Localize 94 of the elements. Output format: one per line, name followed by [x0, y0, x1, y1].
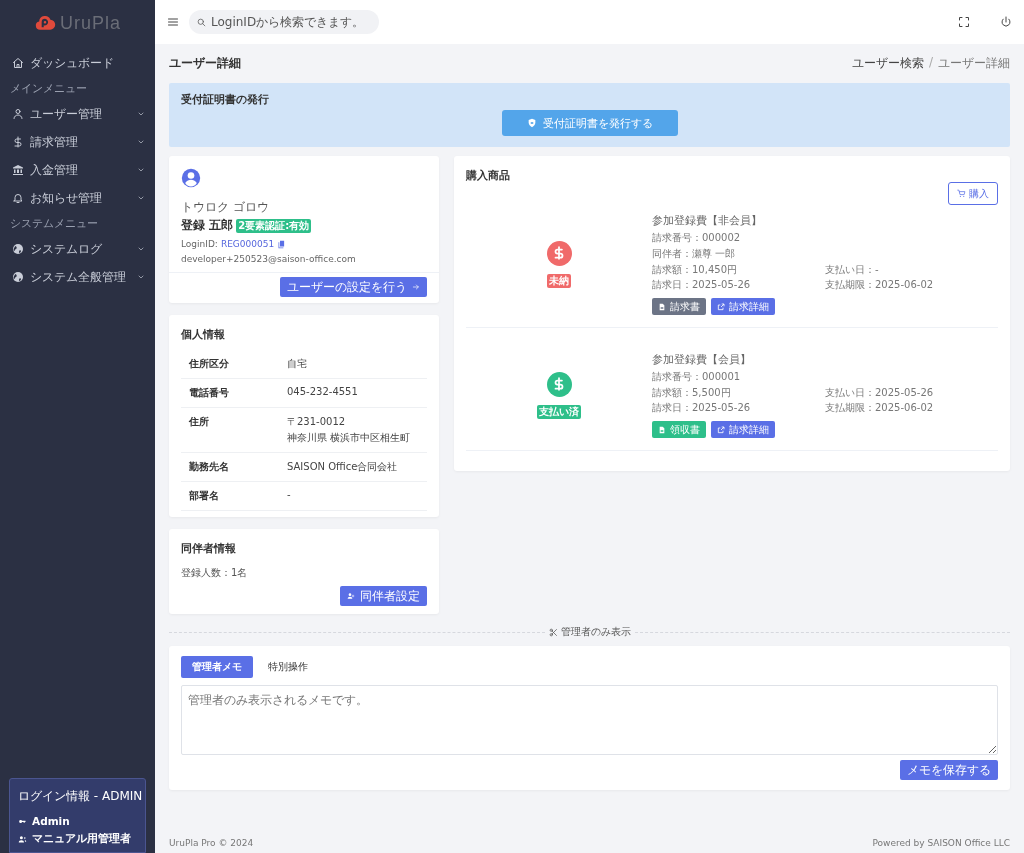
invoice-amount: 請求額：5,500円 — [652, 386, 732, 400]
sidebar-item[interactable]: お知らせ管理 — [0, 184, 155, 212]
page-title: ユーザー詳細 — [169, 54, 242, 72]
breadcrumb-link[interactable]: ユーザー検索 — [851, 54, 924, 72]
external-link-icon — [717, 302, 725, 311]
email-text: developer+250523@saison-office.com — [181, 254, 357, 264]
invoice-button[interactable]: 請求書 — [652, 298, 706, 315]
admin-only-label: 管理者のみ表示 — [560, 625, 631, 639]
user-plus-icon — [347, 592, 355, 600]
field-value: 自宅 — [287, 357, 308, 371]
sidebar-item[interactable]: システム全般管理 — [0, 263, 155, 291]
issue-certificate-button[interactable]: 受付証明書を発行する — [501, 110, 678, 136]
fullscreen-icon[interactable] — [958, 16, 970, 28]
name-kana: トウロク ゴロウ — [181, 199, 270, 216]
sidebar-item[interactable]: ダッシュボード — [0, 49, 155, 77]
login-id-link[interactable]: REG000051 — [220, 239, 275, 249]
external-link-icon — [717, 425, 725, 434]
shield-icon — [526, 118, 537, 128]
dollar-icon — [552, 246, 566, 260]
field-label: 住所 — [189, 415, 210, 429]
card-title: 同伴者情報 — [181, 541, 237, 556]
dollar-icon — [552, 377, 566, 391]
payment-date: 支払い日：2025-05-26 — [825, 386, 935, 400]
document-icon — [658, 425, 666, 434]
invoice-date: 請求日：2025-05-26 — [652, 401, 752, 415]
globe-icon — [12, 271, 24, 283]
home-icon — [12, 57, 24, 69]
field-label: 住所区分 — [189, 357, 230, 371]
sidebar-item[interactable]: システムログ — [0, 235, 155, 263]
search-icon — [197, 18, 206, 27]
sidebar-item[interactable]: 請求管理 — [0, 128, 155, 156]
field-value: - — [287, 489, 292, 500]
users-icon — [18, 834, 27, 844]
invoice-amount: 請求額：10,450円 — [652, 263, 738, 277]
status-badge: 未納 — [547, 273, 571, 288]
power-icon[interactable] — [1000, 16, 1012, 28]
sidebar-item[interactable]: ユーザー管理 — [0, 100, 155, 128]
logo-text: UruPla — [60, 12, 121, 34]
user-name-text: マニュアル用管理者 — [32, 832, 131, 846]
dollar-icon — [12, 136, 24, 148]
payment-date: 支払い日：- — [825, 263, 880, 277]
document-icon — [658, 302, 666, 311]
user-icon — [12, 108, 24, 120]
save-memo-button[interactable]: メモを保存する — [900, 760, 998, 780]
user-avatar-icon — [181, 168, 201, 188]
bell-icon — [12, 192, 24, 204]
invoice-number: 請求番号：000001 — [652, 370, 742, 384]
memo-field[interactable]: 管理者のみ表示されるメモです。 — [181, 685, 998, 755]
due-date: 支払期限：2025-06-02 — [825, 278, 935, 292]
search-field[interactable]: LoginIDから検索できます。 — [189, 10, 379, 34]
companion-settings-button[interactable]: 同伴者設定 — [340, 586, 427, 606]
due-date: 支払期限：2025-06-02 — [825, 401, 935, 415]
breadcrumb-separator: / — [928, 54, 933, 71]
copy-icon[interactable] — [277, 239, 287, 249]
invoice-detail-button[interactable]: 請求詳細 — [711, 421, 775, 438]
cloud-logo-icon — [34, 13, 56, 33]
companion-count: 登録人数：1名 — [181, 566, 249, 580]
menu-section-label: システムメニュー — [9, 216, 99, 231]
tab[interactable]: 管理者メモ — [181, 656, 253, 678]
card-title: 購入商品 — [466, 168, 510, 184]
field-value: 045-232-4551 — [287, 386, 359, 397]
product-title: 参加登録費【非会員】 — [652, 213, 763, 228]
tab[interactable]: 特別操作 — [257, 656, 319, 678]
product-title: 参加登録費【会員】 — [652, 352, 752, 367]
user-name: 登録 五郎 — [181, 217, 234, 234]
invoice-date: 請求日：2025-05-26 — [652, 278, 752, 292]
status-badge: 支払い済 — [537, 404, 581, 419]
field-value: SAISON Office合同会社 — [287, 460, 399, 474]
user-settings-button[interactable]: ユーザーの設定を行う — [280, 277, 427, 297]
bank-icon — [12, 164, 24, 176]
arrow-right-icon — [412, 283, 420, 291]
menu-icon[interactable] — [167, 16, 179, 28]
role-text: Admin — [32, 815, 70, 827]
panel-title: 受付証明書の発行 — [181, 92, 270, 107]
scissors-icon — [548, 627, 558, 637]
field-label: 部署名 — [189, 489, 220, 503]
powered-by-text: Powered by SAISON Office LLC — [872, 838, 1010, 850]
field-label: 電話番号 — [189, 386, 230, 400]
invoice-number: 請求番号：000002 — [652, 231, 742, 245]
menu-section-label: メインメニュー — [9, 81, 88, 96]
sidebar-item[interactable]: 入金管理 — [0, 156, 155, 184]
copyright-text: UruPla Pro © 2024 — [169, 838, 254, 850]
two-factor-badge: 2要素認証:有効 — [236, 218, 312, 233]
invoice-detail-button[interactable]: 請求詳細 — [711, 298, 775, 315]
field-label: 勤務先名 — [189, 460, 230, 474]
companion-name: 同伴者：瀬尊 一郎 — [652, 247, 737, 261]
breadcrumb-current: ユーザー詳細 — [938, 54, 1010, 72]
login-id-label: LoginID: — [181, 239, 218, 249]
field-value: 神奈川県 横浜市中区相生町 — [287, 431, 412, 445]
card-title: 個人情報 — [181, 327, 226, 342]
globe-icon — [12, 243, 24, 255]
cart-icon — [957, 189, 966, 198]
field-value: 〒231-0012 — [287, 415, 347, 429]
buy-button[interactable]: 購入 — [948, 182, 998, 205]
